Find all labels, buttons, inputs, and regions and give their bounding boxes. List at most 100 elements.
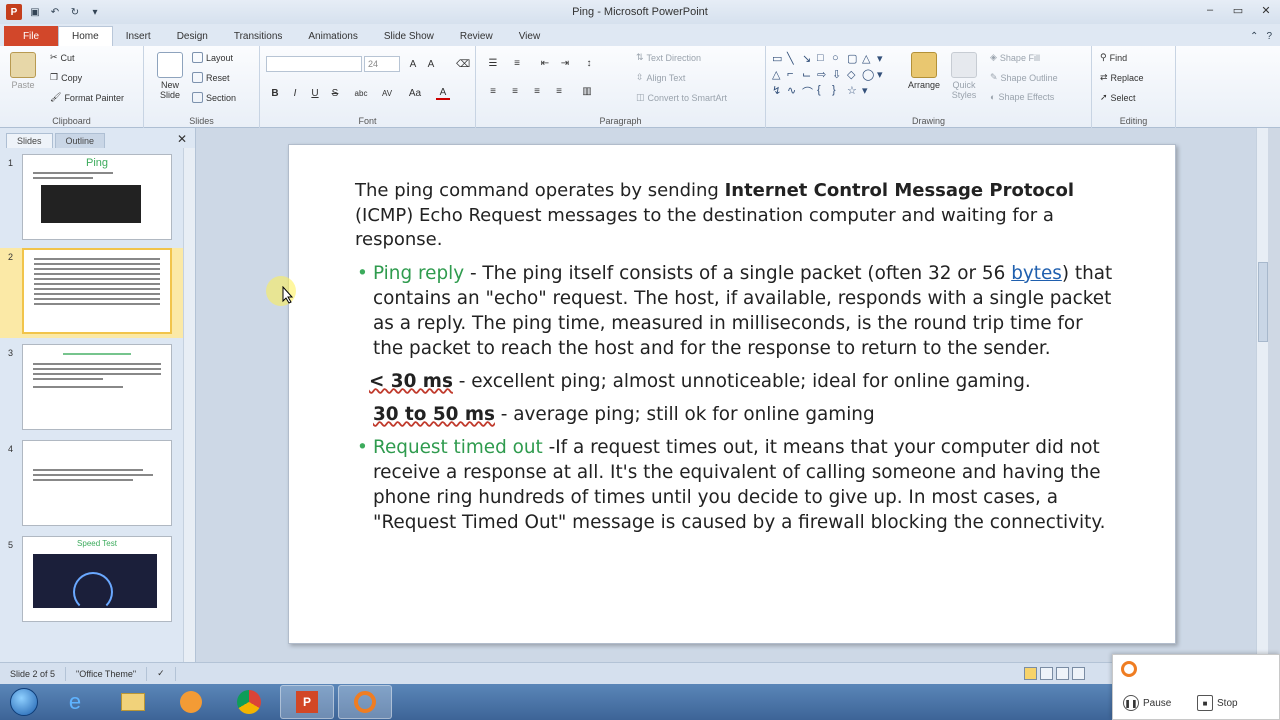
align-right-icon[interactable]: ≡ xyxy=(530,84,544,98)
slide-thumbnail-4[interactable]: 4 xyxy=(0,440,190,530)
numbering-icon[interactable]: ≡ xyxy=(510,56,524,70)
shape-outline-button[interactable]: ✎ Shape Outline xyxy=(990,72,1058,83)
minimize-ribbon-icon[interactable]: ⌃ xyxy=(1250,31,1258,42)
curve-shape-icon[interactable]: ↯ xyxy=(772,84,786,100)
taskbar-ie[interactable]: e xyxy=(48,685,102,719)
find-button[interactable]: ⚲ Find xyxy=(1100,52,1127,63)
shape-effects-button[interactable]: ◐ Shape Effects xyxy=(990,92,1054,102)
save-icon[interactable]: ▣ xyxy=(28,5,42,19)
arrow-down-shape-icon[interactable]: ⇩ xyxy=(832,68,846,81)
clear-formatting-icon[interactable]: ⌫ xyxy=(456,57,470,71)
line-spacing-icon[interactable]: ↕ xyxy=(582,56,596,70)
elbow-shape-icon[interactable]: ⌐ xyxy=(787,68,801,81)
oval-shape-icon[interactable]: ○ xyxy=(832,52,846,65)
taskbar-media[interactable] xyxy=(164,685,218,719)
brace-shape-icon[interactable]: } xyxy=(832,84,846,100)
font-name-box[interactable] xyxy=(266,56,362,72)
curve-shape-icon[interactable]: ∿ xyxy=(787,84,801,100)
tab-file[interactable]: File xyxy=(4,26,58,46)
bullets-icon[interactable]: ☰ xyxy=(486,56,500,70)
help-icon[interactable]: ? xyxy=(1266,31,1272,42)
shadow-button[interactable]: abc xyxy=(350,86,372,100)
curve-shape-icon[interactable]: ⌒ xyxy=(802,84,816,100)
cut-button[interactable]: ✂ Cut xyxy=(50,52,75,63)
tab-home[interactable]: Home xyxy=(58,26,113,46)
select-button[interactable]: ➚ Select xyxy=(1100,92,1136,103)
change-case-button[interactable]: Aa xyxy=(406,86,424,100)
line-shape-icon[interactable]: ╲ xyxy=(787,52,801,65)
tab-slide-show[interactable]: Slide Show xyxy=(371,26,447,46)
justify-icon[interactable]: ≡ xyxy=(552,84,566,98)
decrease-indent-icon[interactable]: ⇤ xyxy=(538,56,552,70)
columns-icon[interactable]: ▥ xyxy=(580,84,594,98)
slide-canvas[interactable]: The ping command operates by sending Int… xyxy=(288,144,1176,644)
textbox-shape-icon[interactable]: ▭ xyxy=(772,52,786,65)
tab-view[interactable]: View xyxy=(506,26,554,46)
taskbar-recorder[interactable] xyxy=(338,685,392,719)
taskbar-powerpoint[interactable]: P xyxy=(280,685,334,719)
tab-design[interactable]: Design xyxy=(164,26,221,46)
tab-insert[interactable]: Insert xyxy=(113,26,164,46)
quick-styles-button[interactable]: Quick Styles xyxy=(946,52,982,100)
align-text-button[interactable]: ⇳ Align Text xyxy=(636,72,685,83)
editor-scroll-thumb[interactable] xyxy=(1258,262,1268,342)
shapes-gallery[interactable]: ▭ ╲ ↘ □ ○ ▢ △ ▾ △ ⌐ ⌙ ⇨ ⇩ ◇ ◯ ▾ ↯ ∿ ⌒ { … xyxy=(772,52,890,100)
slide-thumbnail-1[interactable]: 1 Ping xyxy=(0,154,190,244)
arrow-shape-icon[interactable]: ↘ xyxy=(802,52,816,65)
align-left-icon[interactable]: ≡ xyxy=(486,84,500,98)
slideshow-view-icon[interactable] xyxy=(1072,667,1085,680)
section-button[interactable]: Section xyxy=(192,92,236,103)
slide-sorter-view-icon[interactable] xyxy=(1040,667,1053,680)
strikethrough-button[interactable]: S xyxy=(328,86,342,100)
undo-icon[interactable]: ↶ xyxy=(48,5,62,19)
slide-body-text[interactable]: The ping command operates by sending Int… xyxy=(355,179,1115,535)
arrange-button[interactable]: Arrange xyxy=(904,52,944,90)
powerpoint-logo-icon[interactable]: P xyxy=(6,4,22,20)
arrow-right-shape-icon[interactable]: ⇨ xyxy=(817,68,831,81)
font-size-box[interactable]: 24 xyxy=(364,56,400,72)
brace-shape-icon[interactable]: { xyxy=(817,84,831,100)
underline-button[interactable]: U xyxy=(308,86,322,100)
maximize-button[interactable]: ▭ xyxy=(1224,0,1252,20)
layout-button[interactable]: Layout xyxy=(192,52,233,63)
replace-button[interactable]: ⇄ Replace xyxy=(1100,72,1144,83)
more-shapes-icon[interactable]: ▾ xyxy=(862,84,876,100)
triangle-shape-icon[interactable]: △ xyxy=(862,52,876,65)
font-color-button[interactable]: A xyxy=(436,86,450,100)
stop-button[interactable]: ■ Stop xyxy=(1197,695,1238,711)
customize-qat-icon[interactable]: ▾ xyxy=(88,5,102,19)
callout-shape-icon[interactable]: ◯ xyxy=(862,68,876,81)
pause-button[interactable]: ❚❚ Pause xyxy=(1123,695,1171,711)
redo-icon[interactable]: ↻ xyxy=(68,5,82,19)
tab-outline[interactable]: Outline xyxy=(54,133,106,148)
triangle-shape-icon[interactable]: △ xyxy=(772,68,786,81)
align-center-icon[interactable]: ≡ xyxy=(508,84,522,98)
reset-button[interactable]: Reset xyxy=(192,72,230,83)
copy-button[interactable]: ❐ Copy xyxy=(50,72,82,83)
editor-scrollbar[interactable] xyxy=(1256,128,1268,662)
convert-smartart-button[interactable]: ◫ Convert to SmartArt xyxy=(636,92,727,103)
star-shape-icon[interactable]: ☆ xyxy=(847,84,861,100)
increase-indent-icon[interactable]: ⇥ xyxy=(558,56,572,70)
close-button[interactable]: ✕ xyxy=(1252,0,1280,20)
slide-thumbnail-5[interactable]: 5 Speed Test xyxy=(0,536,190,626)
italic-button[interactable]: I xyxy=(288,86,302,100)
minimize-button[interactable]: – xyxy=(1196,0,1224,20)
normal-view-icon[interactable] xyxy=(1024,667,1037,680)
more-shapes-icon[interactable]: ▾ xyxy=(877,52,891,65)
reading-view-icon[interactable] xyxy=(1056,667,1069,680)
shape-fill-button[interactable]: ◈ Shape Fill xyxy=(990,52,1040,63)
shrink-font-icon[interactable]: A xyxy=(424,57,438,71)
new-slide-button[interactable]: New Slide xyxy=(150,52,190,100)
rectangle-shape-icon[interactable]: □ xyxy=(817,52,831,65)
tab-slides[interactable]: Slides xyxy=(6,133,53,148)
format-painter-button[interactable]: 🖌 Format Painter xyxy=(50,92,124,103)
start-button[interactable] xyxy=(4,685,44,719)
more-shapes-icon[interactable]: ▾ xyxy=(877,68,891,81)
paste-button[interactable]: Paste xyxy=(8,52,38,90)
text-direction-button[interactable]: ⇅ Text Direction xyxy=(636,52,701,63)
flowchart-shape-icon[interactable]: ◇ xyxy=(847,68,861,81)
slides-pane-scrollbar[interactable] xyxy=(183,148,195,662)
slide-thumbnail-2[interactable]: 2 xyxy=(0,248,190,338)
close-pane-icon[interactable]: ✕ xyxy=(177,132,187,146)
